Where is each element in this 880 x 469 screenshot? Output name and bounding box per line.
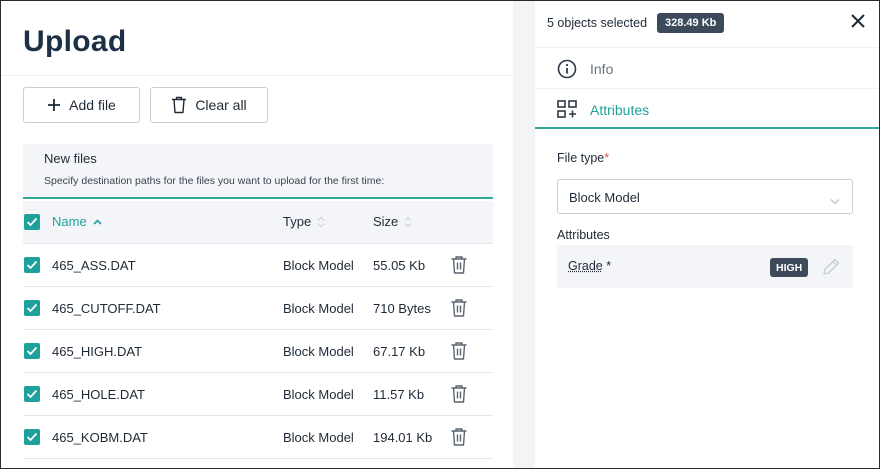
sort-icon — [404, 216, 412, 228]
column-header-name[interactable]: Name — [52, 214, 102, 229]
column-name-label: Name — [52, 214, 87, 229]
tab-info-label: Info — [590, 61, 614, 77]
pane-divider — [513, 1, 535, 468]
row-checkbox[interactable] — [24, 386, 40, 402]
close-button[interactable] — [850, 13, 866, 34]
file-size: 11.57 Kb — [373, 387, 425, 402]
column-header-size[interactable]: Size — [373, 214, 412, 229]
file-name: 465_KOBM.DAT — [52, 430, 148, 445]
delete-file-button[interactable] — [450, 255, 468, 280]
row-checkbox[interactable] — [24, 429, 40, 445]
trash-icon — [451, 256, 467, 274]
close-icon — [851, 14, 865, 28]
attribute-row: Grade * HIGH — [557, 245, 853, 288]
file-type: Block Model — [283, 301, 354, 316]
file-type: Block Model — [283, 430, 354, 445]
file-size: 55.05 Kb — [373, 258, 426, 273]
selection-size-badge: 328.49 Kb — [657, 13, 725, 33]
table-row: 465_CUTOFF.DAT Block Model 710 Bytes — [23, 287, 493, 330]
sort-ascending-icon — [93, 218, 102, 225]
delete-file-button[interactable] — [450, 298, 468, 323]
trash-icon — [451, 342, 467, 360]
file-table-header: Name Type Size — [23, 201, 493, 244]
file-type-select[interactable]: Block Model — [557, 179, 853, 214]
attributes-label: Attributes — [557, 228, 610, 242]
trash-icon — [171, 96, 187, 114]
row-checkbox[interactable] — [24, 257, 40, 273]
table-row: 465_KOBM.DAT Block Model 194.01 Kb — [23, 416, 493, 459]
file-name: 465_HOLE.DAT — [52, 387, 145, 402]
checkmark-icon — [26, 260, 38, 270]
new-files-section-header: New files Specify destination paths for … — [23, 144, 493, 199]
checkmark-icon — [26, 303, 38, 313]
checkmark-icon — [26, 346, 38, 356]
delete-file-button[interactable] — [450, 341, 468, 366]
details-pane: 5 objects selected 328.49 Kb Info Attrib… — [535, 1, 879, 468]
table-row: 465_ASS.DAT Block Model 55.05 Kb — [23, 244, 493, 287]
attribute-name: Grade * — [568, 259, 611, 273]
add-file-label: Add file — [69, 97, 116, 113]
trash-icon — [451, 385, 467, 403]
file-type-label: File type* — [557, 151, 609, 165]
file-size: 67.17 Kb — [373, 344, 426, 359]
upload-pane: Upload Add file Clear all New files Spec… — [1, 1, 513, 468]
page-title: Upload — [23, 25, 127, 58]
table-row: 465_HIGH.DAT Block Model 67.17 Kb — [23, 330, 493, 373]
file-size: 194.01 Kb — [373, 430, 433, 445]
file-name: 465_ASS.DAT — [52, 258, 136, 273]
plus-icon — [47, 98, 61, 112]
pencil-icon — [823, 258, 840, 275]
column-type-label: Type — [283, 214, 312, 229]
table-row: 465_HOLE.DAT Block Model 11.57 Kb — [23, 373, 493, 416]
info-icon — [557, 59, 577, 84]
required-mark: * — [604, 151, 610, 165]
new-files-heading: New files — [44, 151, 97, 166]
row-checkbox[interactable] — [24, 343, 40, 359]
column-size-label: Size — [373, 214, 399, 229]
file-type-value: Block Model — [569, 190, 640, 205]
checkmark-icon — [26, 217, 38, 227]
attribute-value-badge: HIGH — [770, 258, 809, 277]
clear-all-label: Clear all — [195, 97, 247, 113]
tab-attributes-label: Attributes — [590, 102, 650, 118]
file-name: 465_HIGH.DAT — [52, 344, 143, 359]
row-checkbox[interactable] — [24, 300, 40, 316]
upload-dialog: Upload Add file Clear all New files Spec… — [0, 0, 880, 469]
checkmark-icon — [26, 432, 38, 442]
trash-icon — [451, 428, 467, 446]
edit-attribute-button[interactable] — [821, 257, 841, 282]
attributes-icon — [557, 100, 577, 123]
file-type: Block Model — [283, 344, 354, 359]
attribute-name-text: Grade — [568, 259, 603, 273]
title-divider — [1, 75, 513, 76]
new-files-subtitle: Specify destination paths for the files … — [44, 175, 385, 187]
file-type: Block Model — [283, 387, 354, 402]
checkmark-icon — [26, 389, 38, 399]
delete-file-button[interactable] — [450, 427, 468, 452]
clear-all-button[interactable]: Clear all — [150, 87, 268, 123]
select-all-checkbox[interactable] — [24, 214, 40, 230]
trash-icon — [451, 299, 467, 317]
file-type: Block Model — [283, 258, 354, 273]
delete-file-button[interactable] — [450, 384, 468, 409]
tab-attributes[interactable]: Attributes — [535, 88, 879, 129]
sort-icon — [317, 216, 325, 228]
attribute-required-mark: * — [606, 259, 612, 273]
tab-info[interactable]: Info — [535, 47, 879, 88]
column-header-type[interactable]: Type — [283, 214, 325, 229]
selection-count: 5 objects selected — [547, 16, 648, 30]
add-file-button[interactable]: Add file — [23, 87, 140, 123]
file-type-label-text: File type — [557, 151, 605, 165]
file-size: 710 Bytes — [373, 301, 431, 316]
file-name: 465_CUTOFF.DAT — [52, 301, 161, 316]
chevron-down-icon — [830, 192, 840, 210]
